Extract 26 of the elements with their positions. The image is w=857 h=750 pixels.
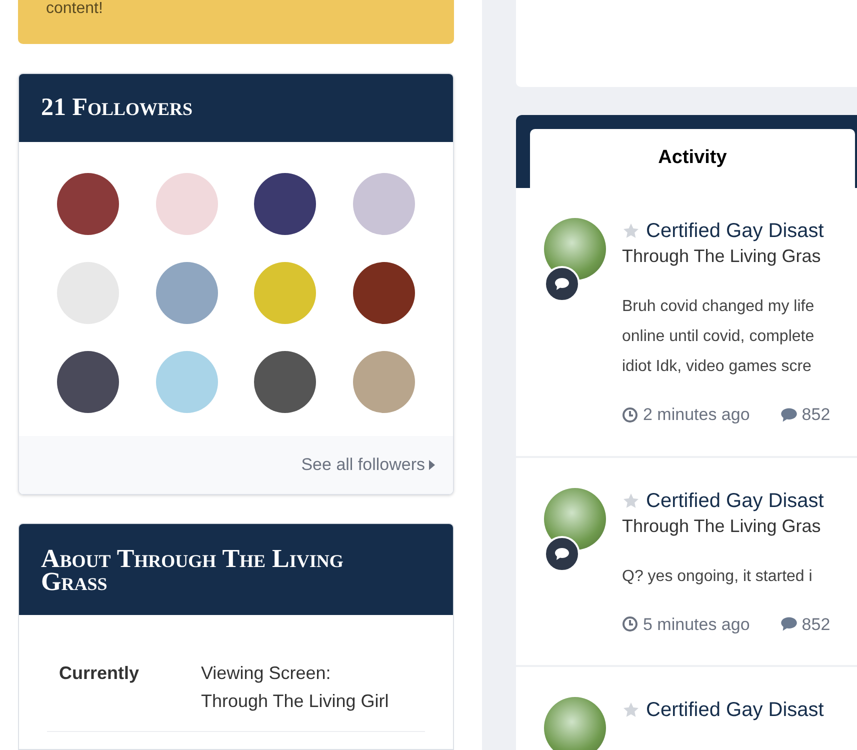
star-icon[interactable] <box>622 492 640 510</box>
field-value: Viewing Screen: Through The Living Girl <box>201 662 389 713</box>
author-link[interactable]: Certified Gay Disast <box>646 488 824 514</box>
post-excerpt: Bruh covid changed my life online until covid, complete idiot Idk, video games scre <box>622 297 816 377</box>
comment-icon <box>780 616 798 632</box>
card-title: 21 Followers <box>41 93 193 124</box>
clock-icon <box>622 406 638 423</box>
author-link[interactable]: Certified Gay Disast <box>646 218 824 244</box>
star-icon[interactable] <box>622 222 640 240</box>
comment-count: 852 <box>802 404 830 426</box>
caret-icon <box>429 460 435 470</box>
profile-link[interactable]: Through The Living Gras <box>622 244 830 268</box>
post-time: 2 minutes ago <box>643 404 750 426</box>
comment-icon <box>780 406 798 423</box>
notice-text: content! <box>46 0 103 18</box>
post-time: 5 minutes ago <box>643 614 750 636</box>
post-excerpt: Q? yes ongoing, it started i <box>622 566 814 586</box>
comment-count: 852 <box>802 614 830 636</box>
profile-link[interactable]: Through The Living Gras <box>622 514 830 538</box>
clock-icon <box>622 616 638 632</box>
see-all-followers-link[interactable]: See all followers <box>301 452 435 478</box>
card-title: About Through The Living Grass <box>41 546 344 592</box>
field-label: Currently <box>59 662 140 685</box>
author-link[interactable]: Certified Gay Disast <box>646 697 824 723</box>
star-icon[interactable] <box>622 701 640 719</box>
activity-tab[interactable]: Activity <box>530 129 855 188</box>
